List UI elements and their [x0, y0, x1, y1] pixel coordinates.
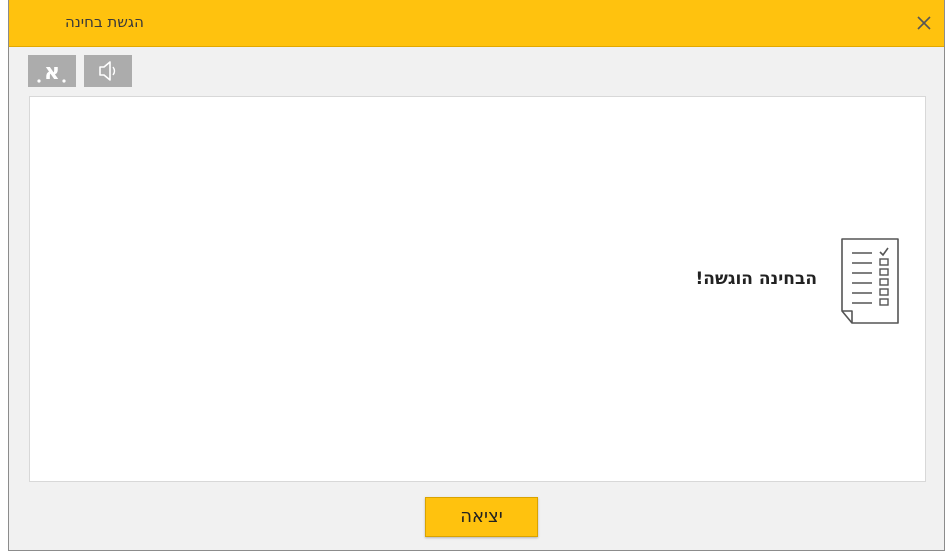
content-panel: הבחינה הוגשה!: [29, 96, 926, 482]
exit-button[interactable]: יציאה: [425, 497, 538, 537]
document-checklist-icon: [841, 238, 899, 324]
close-icon: [917, 16, 931, 30]
speaker-icon: [99, 61, 116, 81]
font-size-button[interactable]: א: [28, 55, 76, 87]
close-button[interactable]: [910, 9, 938, 37]
font-size-icon: א: [37, 60, 66, 85]
sound-button[interactable]: [84, 55, 132, 87]
submit-exam-dialog: הגשת בחינה א הבחינה הוגשה! יציאה: [8, 0, 945, 551]
title-bar: הגשת בחינה: [9, 0, 944, 47]
submission-message: הבחינה הוגשה!: [695, 269, 817, 289]
font-size-button-label: א: [44, 60, 60, 85]
window-title: הגשת בחינה: [65, 13, 144, 31]
